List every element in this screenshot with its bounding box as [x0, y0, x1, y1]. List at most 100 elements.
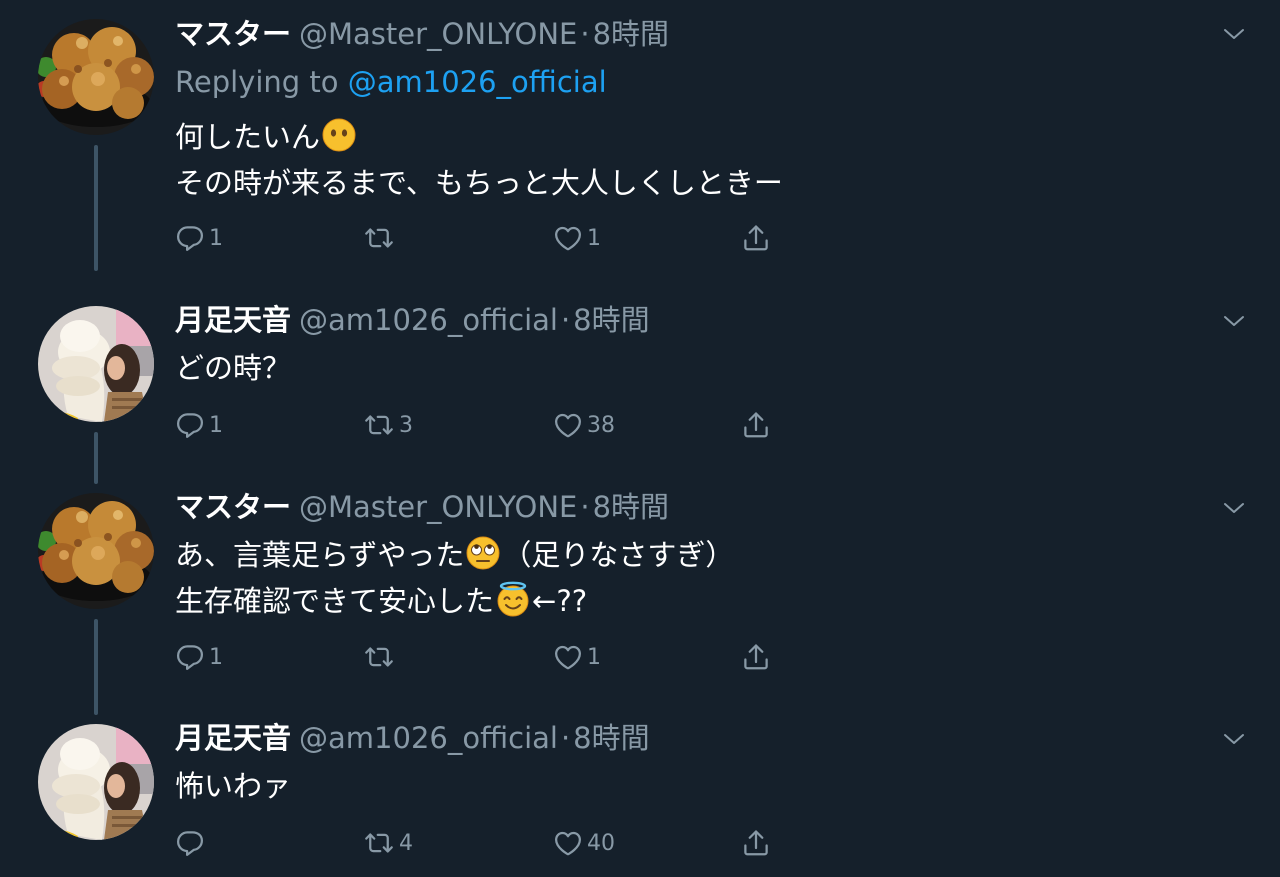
share-icon — [741, 223, 771, 253]
retweet-count: 4 — [399, 830, 413, 856]
no-mouth-face-emoji-icon — [321, 117, 357, 153]
tweet-text-segment: あ、言葉足らずやった — [175, 538, 465, 572]
tweet-time[interactable]: 8時間 — [593, 17, 669, 51]
tweet-text-segment: （足りなさすぎ） — [502, 538, 735, 572]
like-count: 1 — [587, 225, 601, 251]
chevron-down-icon[interactable] — [1222, 727, 1246, 751]
chevron-down-icon[interactable] — [1222, 309, 1246, 333]
separator-dot: · — [580, 490, 590, 524]
fried-chicken-avatar-icon — [38, 493, 154, 609]
retweet-button[interactable]: 4 — [363, 826, 413, 860]
like-button[interactable]: 1 — [553, 221, 601, 255]
tweet-text-line: どの時？ — [175, 351, 292, 385]
retweet-icon — [363, 410, 395, 440]
like-count: 38 — [587, 412, 615, 438]
retweet-icon — [363, 642, 395, 672]
retweet-button[interactable] — [363, 221, 399, 255]
author-handle[interactable]: @Master_ONLYONE — [299, 490, 577, 524]
tweet-actions: 4 40 — [0, 826, 1280, 860]
reply-icon — [175, 642, 205, 672]
reply-icon — [175, 223, 205, 253]
like-button[interactable]: 40 — [553, 826, 615, 860]
tweet[interactable]: マスター @Master_ONLYONE · 8時間 Replying to @am1… — [0, 0, 1280, 290]
author-handle[interactable]: @Master_ONLYONE — [299, 17, 577, 51]
tweet[interactable]: 月足天音 @am1026_official · 8時間 どの時？ 1 3 38 — [0, 290, 1280, 484]
retweet-icon — [363, 223, 395, 253]
share-button[interactable] — [741, 221, 771, 255]
avatar[interactable] — [38, 724, 154, 840]
tweet-text-line: 怖いわァ — [175, 769, 292, 803]
heart-icon — [553, 223, 583, 253]
author-name[interactable]: マスター — [175, 17, 291, 51]
reply-count: 1 — [209, 644, 223, 670]
retweet-button[interactable] — [363, 640, 399, 674]
tweet-time[interactable]: 8時間 — [573, 721, 649, 755]
retweet-count: 3 — [399, 412, 413, 438]
tweet-text-line: 生存確認できて安心した ←?? — [175, 578, 734, 624]
reply-button[interactable]: 1 — [175, 221, 223, 255]
reply-button[interactable]: 1 — [175, 408, 223, 442]
retweet-icon — [363, 828, 395, 858]
like-button[interactable]: 1 — [553, 640, 601, 674]
reply-button[interactable]: 1 — [175, 640, 223, 674]
chevron-down-icon[interactable] — [1222, 22, 1246, 46]
tweet-text: あ、言葉足らずやった （足りなさすぎ） 生存確認できて安心した ←?? — [175, 532, 734, 624]
reply-icon — [175, 410, 205, 440]
heart-icon — [553, 828, 583, 858]
replying-to: Replying to @am1026_official — [175, 64, 607, 100]
soft-serve-girl-avatar-icon — [38, 724, 154, 840]
tweet-text: 何したいん その時が来るまで、もちっと大人しくしときー — [175, 114, 783, 206]
tweet-text-line: 何したいん — [175, 114, 783, 160]
tweet-text-segment: ←?? — [532, 584, 588, 618]
tweet[interactable]: 月足天音 @am1026_official · 8時間 怖いわァ 4 40 — [0, 710, 1280, 877]
tweet-header: 月足天音 @am1026_official · 8時間 — [175, 302, 650, 338]
tweet-thread: マスター @Master_ONLYONE · 8時間 Replying to @am1… — [0, 0, 1280, 877]
author-name[interactable]: マスター — [175, 490, 291, 524]
tweet-actions: 1 3 38 — [0, 408, 1280, 442]
like-count: 1 — [587, 644, 601, 670]
share-button[interactable] — [741, 640, 771, 674]
soft-serve-girl-avatar-icon — [38, 306, 154, 422]
retweet-button[interactable]: 3 — [363, 408, 413, 442]
author-handle[interactable]: @am1026_official — [299, 303, 558, 337]
reply-button[interactable] — [175, 826, 209, 860]
eye-roll-face-emoji-icon — [465, 535, 501, 571]
share-button[interactable] — [741, 408, 771, 442]
tweet-actions: 1 1 — [0, 640, 1280, 674]
tweet-header: 月足天音 @am1026_official · 8時間 — [175, 720, 650, 756]
like-count: 40 — [587, 830, 615, 856]
heart-icon — [553, 642, 583, 672]
avatar[interactable] — [38, 493, 154, 609]
fried-chicken-avatar-icon — [38, 19, 154, 135]
tweet-header: マスター @Master_ONLYONE · 8時間 — [175, 489, 669, 525]
replying-to-prefix: Replying to — [175, 65, 339, 99]
share-button[interactable] — [741, 826, 771, 860]
author-handle[interactable]: @am1026_official — [299, 721, 558, 755]
avatar[interactable] — [38, 306, 154, 422]
share-icon — [741, 828, 771, 858]
author-name[interactable]: 月足天音 — [175, 303, 291, 337]
like-button[interactable]: 38 — [553, 408, 615, 442]
tweet-text-segment: 何したいん — [175, 120, 321, 154]
tweet-header: マスター @Master_ONLYONE · 8時間 — [175, 16, 669, 52]
tweet[interactable]: マスター @Master_ONLYONE · 8時間 あ、言葉足らずやった （足りなさす… — [0, 480, 1280, 715]
reply-icon — [175, 828, 205, 858]
tweet-text: どの時？ — [175, 345, 291, 391]
share-icon — [741, 410, 771, 440]
halo-face-emoji-icon — [495, 581, 531, 617]
separator-dot: · — [580, 17, 590, 51]
share-icon — [741, 642, 771, 672]
separator-dot: · — [560, 721, 571, 755]
avatar[interactable] — [38, 19, 154, 135]
tweet-time[interactable]: 8時間 — [573, 303, 649, 337]
reply-count: 1 — [209, 225, 223, 251]
tweet-text: 怖いわァ — [175, 763, 291, 809]
tweet-text-segment: 生存確認できて安心した — [175, 584, 495, 618]
tweet-text-line: あ、言葉足らずやった （足りなさすぎ） — [175, 532, 734, 578]
tweet-actions: 1 1 — [0, 221, 1280, 255]
author-name[interactable]: 月足天音 — [175, 721, 291, 755]
tweet-time[interactable]: 8時間 — [593, 490, 669, 524]
chevron-down-icon[interactable] — [1222, 496, 1246, 520]
reply-count: 1 — [209, 412, 223, 438]
replying-to-link[interactable]: @am1026_official — [348, 65, 607, 99]
